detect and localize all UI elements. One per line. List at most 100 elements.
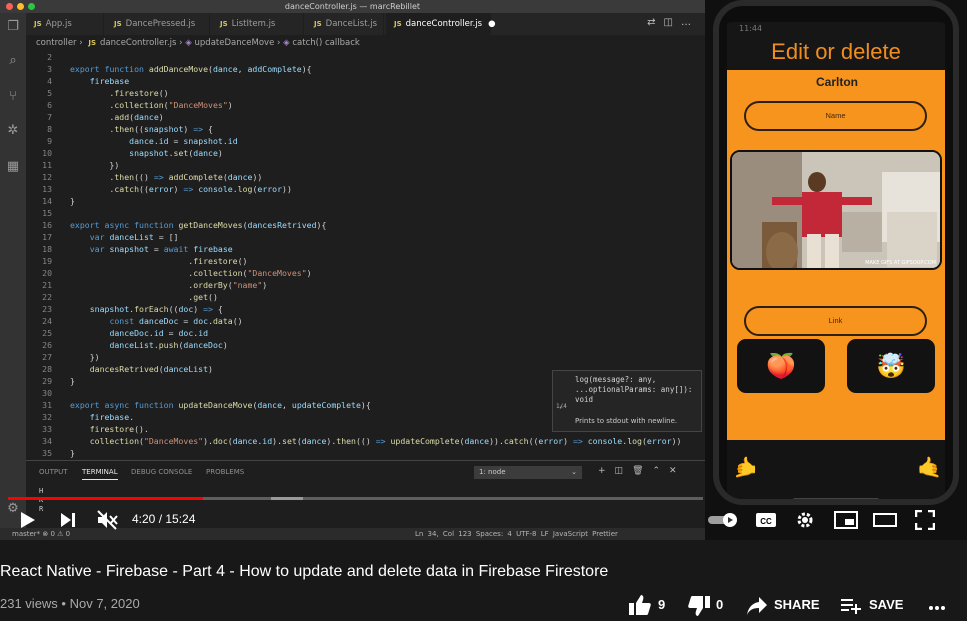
- breadcrumb-scope: catch() callback: [292, 38, 360, 48]
- line-number: 33: [42, 424, 52, 434]
- js-file-icon: JS: [88, 39, 97, 47]
- played-bar: [8, 497, 203, 500]
- miniplayer-icon[interactable]: [834, 511, 858, 529]
- terminal-output[interactable]: H K R: [39, 487, 43, 514]
- line-code: dance.id = snapshot.id: [129, 136, 238, 146]
- breadcrumb: controller › JS danceController.js › ◈ up…: [26, 35, 705, 51]
- line-number: 10: [42, 148, 52, 158]
- line-number: 13: [42, 184, 52, 194]
- share-icon[interactable]: [746, 596, 768, 616]
- trash-icon[interactable]: 🗑: [632, 466, 652, 476]
- play-icon[interactable]: [20, 511, 36, 529]
- window-title: danceController.js — marcRebillet: [284, 2, 421, 11]
- autoplay-toggle[interactable]: [708, 513, 738, 527]
- code-line: 17 var danceList = []: [26, 231, 698, 243]
- line-code: export async function getDanceMoves(danc…: [70, 220, 327, 230]
- save-playlist-icon[interactable]: [840, 597, 862, 615]
- git-compare-icon[interactable]: ⇄: [647, 17, 663, 28]
- line-code: const danceDoc = doc.data(): [109, 316, 243, 326]
- close-icon[interactable]: ✕: [669, 466, 686, 476]
- line-code: firebase.: [89, 412, 135, 422]
- js-file-icon: JS: [314, 20, 322, 28]
- line-number: 22: [42, 292, 52, 302]
- add-terminal-icon[interactable]: +: [598, 466, 615, 476]
- terminal-select[interactable]: 1: node ⌄: [474, 466, 582, 479]
- peach-emoji-button[interactable]: 🍑: [737, 339, 825, 393]
- chevron-down-icon: ⌄: [571, 468, 577, 476]
- window-titlebar: danceController.js — marcRebillet: [0, 0, 705, 13]
- line-number: 26: [42, 340, 52, 350]
- split-terminal-icon[interactable]: ◫: [615, 466, 633, 476]
- share-button[interactable]: SHARE: [774, 597, 820, 612]
- back-hand-button[interactable]: 🤙: [733, 455, 758, 479]
- explorer-icon: ❐: [7, 19, 19, 34]
- settings-icon[interactable]: [796, 511, 814, 529]
- panel-tab-debug-console[interactable]: DEBUG CONSOLE: [131, 468, 192, 476]
- line-number: 34: [42, 436, 52, 446]
- code-line: 24 const danceDoc = doc.data(): [26, 315, 698, 327]
- more-actions-icon[interactable]: [928, 605, 946, 611]
- progress-bar[interactable]: [8, 497, 703, 500]
- editor-tab[interactable]: JS ListItem.js: [212, 13, 304, 35]
- panel-tab-output[interactable]: OUTPUT: [39, 468, 68, 476]
- code-line: 19 .firestore(): [26, 255, 698, 267]
- mind-blown-emoji-button[interactable]: 🤯: [847, 339, 935, 393]
- mute-icon[interactable]: [96, 509, 118, 531]
- js-file-icon: JS: [34, 20, 42, 28]
- unsaved-dot-icon[interactable]: ●: [488, 19, 495, 29]
- dance-gif: MAKE GIFS AT GIFSOUP.COM: [730, 150, 942, 270]
- captions-icon[interactable]: CC: [755, 512, 777, 528]
- home-indicator: [793, 498, 879, 499]
- js-file-icon: JS: [220, 20, 228, 28]
- youtube-watch-page: danceController.js — marcRebillet ❐ ⌕ ⑂ …: [0, 0, 967, 621]
- name-input[interactable]: Name: [744, 101, 927, 131]
- split-editor-icon[interactable]: ◫: [664, 17, 681, 28]
- editor-tab[interactable]: JS danceController.js ●: [386, 13, 496, 35]
- code-line: 16 export async function getDanceMoves(da…: [26, 219, 698, 231]
- like-count: 9: [658, 597, 666, 612]
- close-window-button: [6, 3, 13, 10]
- editor-tab[interactable]: JS DanceList.js: [306, 13, 384, 35]
- code-line: 7 .add(dance): [26, 111, 698, 123]
- editor-tab-label: DancePressed.js: [125, 19, 196, 29]
- fullscreen-icon[interactable]: [915, 510, 935, 530]
- save-button[interactable]: SAVE: [869, 597, 903, 612]
- line-code: snapshot.forEach((doc) => {: [89, 304, 223, 314]
- theater-mode-icon[interactable]: [873, 511, 897, 529]
- phone-header: 11:44 Edit or delete: [727, 22, 945, 70]
- line-number: 31: [42, 400, 52, 410]
- line-number: 7: [47, 112, 52, 122]
- terminal-select-value: 1: node: [479, 468, 506, 476]
- code-line: 20 .collection("DanceMoves"): [26, 267, 698, 279]
- thumbs-down-icon[interactable]: [687, 595, 711, 617]
- next-icon[interactable]: [60, 512, 76, 528]
- code-line: 15: [26, 207, 698, 219]
- function-icon: ◈: [185, 38, 192, 48]
- line-number: 19: [42, 256, 52, 266]
- video-player[interactable]: danceController.js — marcRebillet ❐ ⌕ ⑂ …: [0, 0, 967, 540]
- more-icon[interactable]: …: [681, 17, 699, 28]
- editor-tabs: JS App.js JS DancePressed.js JS ListItem.js JS…: [26, 13, 705, 35]
- editor-tab[interactable]: JS DancePressed.js: [106, 13, 210, 35]
- forward-hand-button[interactable]: 🤙: [917, 455, 942, 479]
- thumbs-up-icon[interactable]: [628, 594, 652, 616]
- line-code: }): [70, 160, 120, 170]
- line-code: }): [70, 352, 100, 362]
- line-number: 17: [42, 232, 52, 242]
- panel-tab-problems[interactable]: PROBLEMS: [206, 468, 244, 476]
- code-line: 26 danceList.push(danceDoc): [26, 339, 698, 351]
- chevron-up-icon[interactable]: ⌃: [653, 466, 670, 476]
- panel-tab-terminal[interactable]: TERMINAL: [82, 468, 118, 480]
- video-meta: 231 views • Nov 7, 2020: [0, 596, 140, 611]
- code-line: 18 var snapshot = await firebase: [26, 243, 698, 255]
- line-code: .then((snapshot) => {: [70, 124, 213, 134]
- link-input[interactable]: Link: [744, 306, 927, 336]
- line-number: 23: [42, 304, 52, 314]
- breadcrumb-file: danceController.js: [100, 38, 177, 48]
- debug-icon: ✲: [7, 123, 19, 138]
- line-code: var danceList = []: [89, 232, 179, 242]
- editor-tab[interactable]: JS App.js: [26, 13, 104, 35]
- line-number: 11: [42, 160, 52, 170]
- screen-title: Edit or delete: [771, 39, 901, 64]
- breadcrumb-separator: ›: [179, 38, 183, 48]
